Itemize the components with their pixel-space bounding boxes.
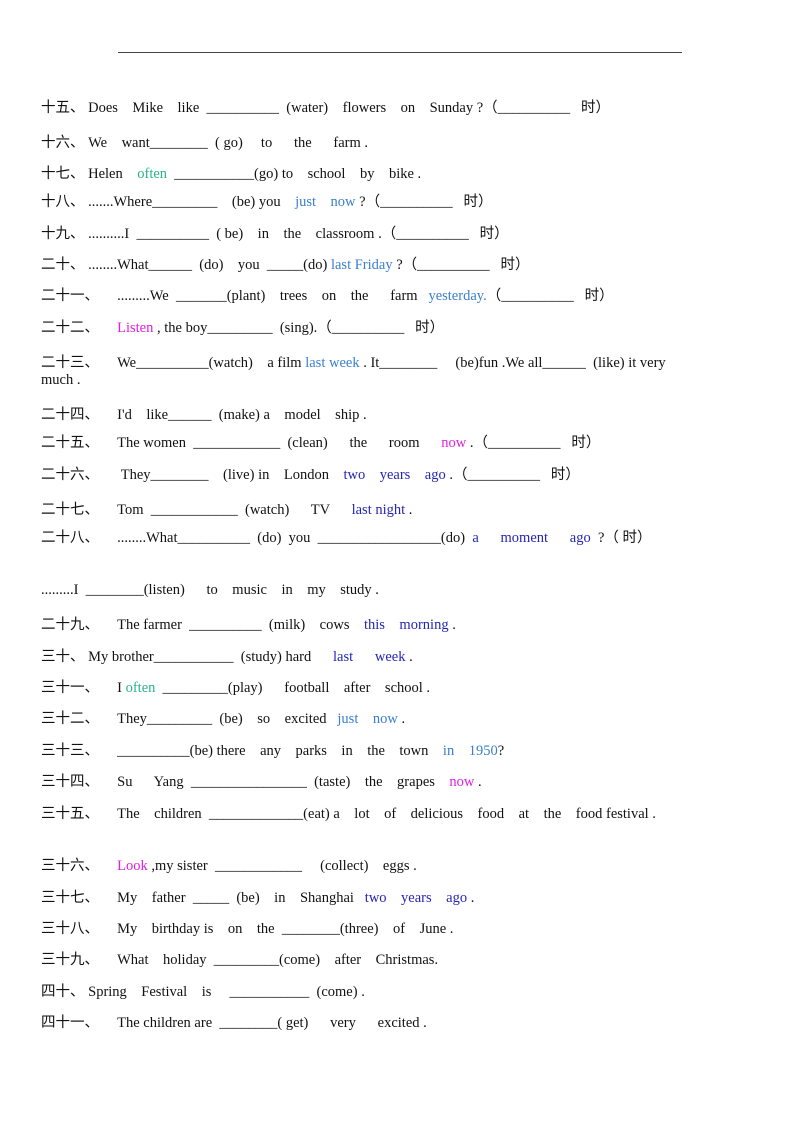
time-marker-text: often [125, 680, 156, 696]
exercise-text: 十八、 .......Where_________ (be) you [41, 194, 296, 210]
time-marker-text: a moment ago [472, 530, 591, 546]
exercise-item: 二十一、 .........We _______(plant) trees on… [41, 288, 686, 305]
exercise-text: . [405, 502, 413, 518]
exercise-item: 三十五、 The children _____________(eat) a l… [41, 806, 686, 823]
exercise-item: 十六、 We want________ ( go) to the farm . [41, 135, 686, 152]
exercise-text: 三十七、 My father _____ (be) in Shanghai [41, 890, 365, 906]
exercise-text: ?（__________ 时） [355, 194, 493, 210]
exercise-item: 二十五、 The women ____________ (clean) the … [41, 435, 686, 452]
time-marker-text: two years ago [364, 890, 468, 906]
exercise-item: 三十二、 They_________ (be) so excited just … [41, 711, 686, 728]
time-marker-text: two years ago [343, 467, 446, 483]
exercise-text: ?（__________ 时） [392, 257, 530, 273]
exercise-item: 三十一、 I often _________(play) football af… [41, 680, 686, 697]
exercise-item: 二十二、 Listen , the boy_________ (sing).（_… [41, 320, 686, 337]
time-marker-text: last week [305, 355, 360, 371]
exercise-text: 三十九、 What holiday _________(come) after … [41, 952, 439, 968]
time-marker-text: just now [337, 711, 398, 727]
exercise-text: 三十、 My brother___________ (study) hard [41, 649, 333, 665]
exercise-text: .（__________ 时） [445, 467, 580, 483]
exercise-item: 十九、 ..........I __________ ( be) in the … [41, 226, 686, 243]
exercise-text: 四十一、 The children are ________( get) ver… [41, 1015, 427, 1031]
exercise-item: 十七、 Helen often ___________(go) to schoo… [41, 166, 686, 183]
exercise-item: 三十、 My brother___________ (study) hard l… [41, 649, 686, 666]
exercise-text: . [448, 617, 456, 633]
exercise-text: 二十三、 We__________(watch) a film [41, 355, 306, 371]
exercise-text: .（__________ 时） [466, 435, 601, 451]
exercise-text: 十五、 Does Mike like __________ (water) fl… [41, 100, 611, 116]
exercise-text: ,my sister ____________ (collect) eggs . [147, 858, 417, 874]
exercise-text: 三十二、 They_________ (be) so excited [41, 711, 338, 727]
exercise-text: 三十四、 Su Yang ________________ (taste) th… [41, 774, 450, 790]
time-marker-text: Look [117, 858, 148, 874]
exercise-item: 三十九、 What holiday _________(come) after … [41, 952, 686, 969]
time-marker-text: Listen [117, 320, 154, 336]
exercise-item: 三十七、 My father _____ (be) in Shanghai tw… [41, 890, 686, 907]
exercise-text: , the boy_________ (sing).（__________ 时） [153, 320, 445, 336]
exercise-text: 三十三、 __________(be) there any parks in t… [41, 743, 443, 759]
exercise-item: 三十八、 My birthday is on the ________(thre… [41, 921, 686, 938]
exercise-text: 四十、 Spring Festival is ___________ (come… [41, 984, 365, 1000]
exercise-text: . [405, 649, 413, 665]
time-marker-text: just now [295, 194, 356, 210]
exercise-item: 二十八、 ........What__________ (do) you ___… [41, 530, 686, 547]
exercise-item: 二十九、 The farmer __________ (milk) cows t… [41, 617, 686, 634]
exercise-text: 三十五、 The children _____________(eat) a l… [41, 806, 656, 822]
exercise-text: 二十七、 Tom ____________ (watch) TV [41, 502, 352, 518]
exercise-text: ___________(go) to school by bike . [167, 166, 422, 182]
time-marker-text: often [137, 166, 168, 182]
exercise-text: 二十一、 .........We _______(plant) trees on… [41, 288, 429, 304]
exercise-text: 三十六、 [41, 858, 118, 874]
exercise-item: .........I ________(listen) to music in … [41, 582, 686, 599]
time-marker-text: last week [332, 649, 406, 665]
exercise-item: 二十三、 We__________(watch) a film last wee… [41, 355, 686, 389]
exercise-text: 二十九、 The farmer __________ (milk) cows [41, 617, 364, 633]
exercise-text: _________(play) football after school . [155, 680, 431, 696]
exercise-text: . [397, 711, 406, 727]
exercise-text: 二十、 ........What______ (do) you _____(do… [41, 257, 331, 273]
exercise-item: 四十一、 The children are ________( get) ver… [41, 1015, 686, 1032]
exercise-item: 十八、 .......Where_________ (be) you just … [41, 194, 686, 211]
time-marker-text: now [449, 774, 475, 790]
exercise-text: 十六、 We want________ ( go) to the farm . [41, 135, 369, 151]
exercise-text: . [474, 774, 482, 790]
exercise-item: 三十四、 Su Yang ________________ (taste) th… [41, 774, 686, 791]
exercise-text: 二十六、 They________ (live) in London [41, 467, 344, 483]
exercise-item: 三十三、 __________(be) there any parks in t… [41, 743, 686, 760]
exercise-text: （__________ 时） [486, 288, 614, 304]
exercise-text: 二十五、 The women ____________ (clean) the … [41, 435, 442, 451]
time-marker-text: in 1950 [442, 743, 498, 759]
time-marker-text: now [441, 435, 467, 451]
exercise-text: ?（ 时） [590, 530, 652, 546]
exercise-item: 三十六、 Look ,my sister ____________ (colle… [41, 858, 686, 875]
exercise-text: 十九、 ..........I __________ ( be) in the … [41, 226, 509, 242]
exercise-text: 二十四、 I'd like______ (make) a model ship … [41, 407, 367, 423]
exercise-text: ? [497, 743, 505, 759]
time-marker-text: yesterday. [428, 288, 487, 304]
exercise-item: 二十四、 I'd like______ (make) a model ship … [41, 407, 686, 424]
exercise-text: 二十八、 ........What__________ (do) you ___… [41, 530, 473, 546]
exercise-text: .........I ________(listen) to music in … [41, 582, 379, 598]
exercise-text: . [467, 890, 475, 906]
exercise-item: 十五、 Does Mike like __________ (water) fl… [41, 100, 686, 117]
exercise-text: 十七、 Helen [41, 166, 138, 182]
exercise-item: 二十、 ........What______ (do) you _____(do… [41, 257, 686, 274]
header-rule [118, 52, 682, 53]
time-marker-text: last Friday [330, 257, 393, 273]
exercise-item: 二十七、 Tom ____________ (watch) TV last ni… [41, 502, 686, 519]
exercise-item: 四十、 Spring Festival is ___________ (come… [41, 984, 686, 1001]
time-marker-text: this morning [363, 617, 449, 633]
exercise-text: 二十二、 [41, 320, 118, 336]
time-marker-text: last night [351, 502, 406, 518]
exercise-item: 二十六、 They________ (live) in London two y… [41, 467, 686, 484]
exercise-text: 三十一、 I [41, 680, 126, 696]
exercise-text: 三十八、 My birthday is on the ________(thre… [41, 921, 454, 937]
